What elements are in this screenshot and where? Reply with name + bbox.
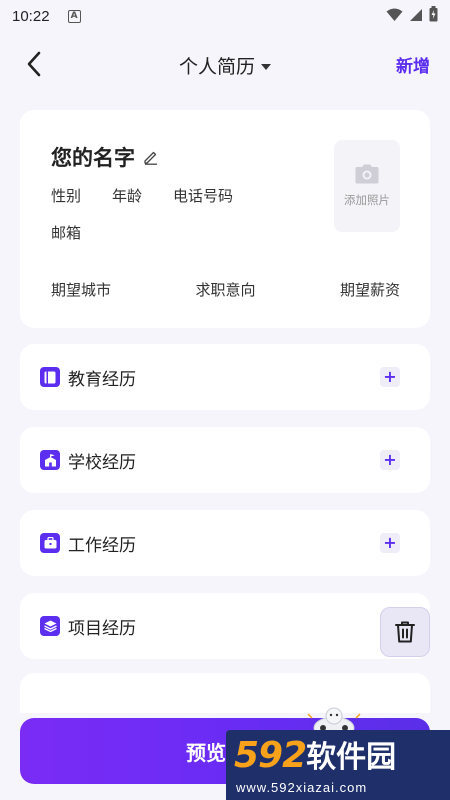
caret-down-icon[interactable] bbox=[261, 63, 271, 70]
section-label: 学校经历 bbox=[68, 452, 136, 473]
job-intention-label[interactable]: 求职意向 bbox=[195, 279, 255, 300]
a-icon: A bbox=[67, 9, 81, 23]
add-school-button[interactable]: + bbox=[380, 450, 400, 470]
profile-card[interactable]: 您的名字 性别 年龄 电话号码 邮箱 添加照片 期望城市 求职意向 期望薪资 bbox=[20, 110, 430, 328]
email-label[interactable]: 邮箱 bbox=[51, 222, 81, 243]
page-title[interactable]: 个人简历 bbox=[179, 52, 255, 79]
name-row[interactable]: 您的名字 bbox=[51, 142, 159, 172]
delete-button[interactable] bbox=[380, 607, 430, 657]
chevron-left-icon bbox=[27, 51, 41, 77]
phone-label[interactable]: 电话号码 bbox=[173, 185, 233, 206]
watermark-logo: 592软件园 www.592xiazai.com bbox=[226, 730, 450, 800]
expected-salary-label[interactable]: 期望薪资 bbox=[340, 279, 400, 300]
status-bar: 10:22 A bbox=[0, 0, 450, 32]
section-partial[interactable] bbox=[20, 673, 430, 713]
briefcase-icon bbox=[40, 533, 60, 553]
signal-icon bbox=[409, 7, 423, 26]
resume-selector[interactable]: 个人简历 bbox=[0, 52, 450, 79]
status-icons bbox=[386, 6, 438, 26]
section-label: 工作经历 bbox=[68, 535, 136, 556]
section-school[interactable]: 学校经历 + bbox=[20, 427, 430, 493]
camera-icon bbox=[355, 164, 379, 184]
name-text[interactable]: 您的名字 bbox=[51, 142, 135, 172]
layers-icon bbox=[40, 616, 60, 636]
section-project[interactable]: 项目经历 bbox=[20, 593, 430, 659]
add-education-button[interactable]: + bbox=[380, 367, 400, 387]
section-education[interactable]: 教育经历 + bbox=[20, 344, 430, 410]
back-button[interactable] bbox=[20, 50, 48, 78]
age-label[interactable]: 年龄 bbox=[112, 185, 142, 206]
watermark-brand: 592软件园 bbox=[234, 735, 397, 776]
edit-icon[interactable] bbox=[143, 149, 159, 165]
new-button[interactable]: 新增 bbox=[396, 52, 430, 77]
book-icon bbox=[40, 367, 60, 387]
school-icon bbox=[40, 450, 60, 470]
battery-icon bbox=[429, 6, 438, 26]
expectation-row: 期望城市 求职意向 期望薪资 bbox=[51, 279, 400, 300]
expected-city-label[interactable]: 期望城市 bbox=[51, 279, 111, 300]
app-header: 个人简历 新增 bbox=[0, 40, 450, 88]
add-photo-label: 添加照片 bbox=[344, 193, 390, 207]
gender-label[interactable]: 性别 bbox=[51, 185, 81, 206]
add-work-button[interactable]: + bbox=[380, 533, 400, 553]
status-time: 10:22 bbox=[12, 7, 50, 25]
wifi-icon bbox=[386, 7, 403, 26]
basic-info-row: 性别 年龄 电话号码 bbox=[51, 185, 264, 206]
watermark-url: www.592xiazai.com bbox=[236, 780, 368, 795]
trash-icon bbox=[395, 621, 415, 643]
preview-label: 预览 bbox=[186, 740, 226, 765]
section-label: 项目经历 bbox=[68, 618, 136, 639]
section-label: 教育经历 bbox=[68, 369, 136, 390]
section-work[interactable]: 工作经历 + bbox=[20, 510, 430, 576]
add-photo-button[interactable]: 添加照片 bbox=[334, 140, 400, 232]
